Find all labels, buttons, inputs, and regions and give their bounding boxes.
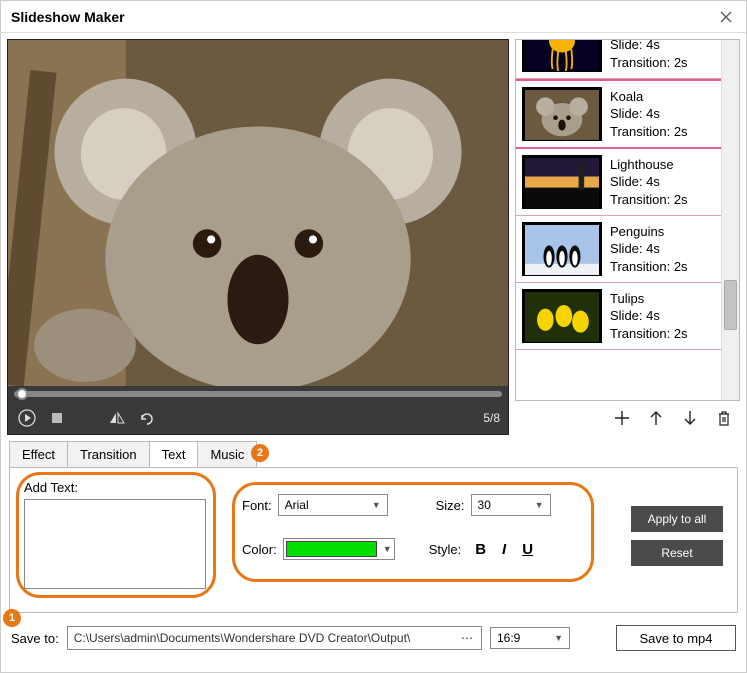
play-icon[interactable] (16, 407, 38, 429)
upper-area: 5/8 JellyfishSlide: 4sTransition: 2s Koal… (1, 33, 746, 441)
slide-name: Koala (610, 88, 688, 106)
chevron-down-icon: ▼ (372, 500, 381, 510)
slide-transition: Transition: 2s (610, 123, 688, 141)
move-down-icon[interactable] (680, 408, 700, 428)
scrollbar-thumb[interactable] (724, 280, 737, 330)
chevron-down-icon: ▼ (535, 500, 544, 510)
slide-meta: JellyfishSlide: 4sTransition: 2s (610, 39, 688, 71)
seek-thumb[interactable] (16, 388, 28, 400)
slide-transition: Transition: 2s (610, 258, 688, 276)
preview-box: 5/8 (7, 39, 509, 435)
font-value: Arial (285, 498, 309, 512)
slide-transition: Transition: 2s (610, 191, 688, 209)
slide-meta: LighthouseSlide: 4sTransition: 2s (610, 156, 688, 209)
reset-button[interactable]: Reset (631, 540, 723, 566)
player-controls: 5/8 (8, 402, 508, 434)
slide-thumbnail (522, 39, 602, 72)
save-path-field[interactable]: C:\Users\admin\Documents\Wondershare DVD… (67, 626, 482, 650)
text-panel-buttons: Apply to all Reset (631, 506, 723, 566)
slide-item[interactable]: KoalaSlide: 4sTransition: 2s (516, 79, 721, 149)
flip-horizontal-icon[interactable] (106, 407, 128, 429)
style-label: Style: (429, 542, 462, 557)
slide-name: Penguins (610, 223, 688, 241)
text-format-controls: Font: Arial ▼ Size: 30 ▼ Color: (242, 494, 617, 560)
save-path-value: C:\Users\admin\Documents\Wondershare DVD… (74, 631, 411, 645)
thumbnail-column: JellyfishSlide: 4sTransition: 2sKoalaSli… (515, 39, 740, 435)
tab-effect[interactable]: Effect (9, 441, 68, 468)
slide-meta: KoalaSlide: 4sTransition: 2s (610, 88, 688, 141)
browse-icon[interactable]: ⋯ (461, 631, 475, 645)
chevron-down-icon: ▼ (554, 633, 563, 643)
add-slide-icon[interactable] (612, 408, 632, 428)
apply-to-all-button[interactable]: Apply to all (631, 506, 723, 532)
preview-image[interactable] (8, 40, 508, 386)
color-label: Color: (242, 542, 277, 557)
slide-item[interactable]: PenguinsSlide: 4sTransition: 2s (516, 216, 721, 283)
aspect-ratio-value: 16:9 (497, 631, 520, 645)
slide-duration: Slide: 4s (610, 240, 688, 258)
size-dropdown[interactable]: 30 ▼ (471, 494, 551, 516)
callout-badge-1: 1 (3, 609, 21, 627)
slide-meta: PenguinsSlide: 4sTransition: 2s (610, 223, 688, 276)
slide-duration: Slide: 4s (610, 105, 688, 123)
bold-button[interactable]: B (475, 541, 486, 558)
stop-icon[interactable] (46, 407, 68, 429)
titlebar: Slideshow Maker (1, 1, 746, 33)
tab-music[interactable]: Music (197, 441, 257, 468)
size-value: 30 (478, 498, 491, 512)
thumbnail-actions (515, 401, 740, 435)
slide-counter: 5/8 (483, 411, 500, 425)
tab-text[interactable]: Text (149, 441, 199, 468)
slide-thumbnail (522, 289, 602, 343)
slide-transition: Transition: 2s (610, 54, 688, 72)
color-swatch (286, 541, 377, 557)
rotate-icon[interactable] (136, 407, 158, 429)
size-label: Size: (436, 498, 465, 513)
thumbnail-scrollbar[interactable] (721, 40, 739, 400)
slide-name: Tulips (610, 290, 688, 308)
tab-transition[interactable]: Transition (67, 441, 150, 468)
slide-meta: TulipsSlide: 4sTransition: 2s (610, 290, 688, 343)
slide-duration: Slide: 4s (610, 307, 688, 325)
thumbnail-list[interactable]: JellyfishSlide: 4sTransition: 2sKoalaSli… (515, 39, 740, 401)
close-icon[interactable] (716, 7, 736, 27)
delete-slide-icon[interactable] (714, 408, 734, 428)
seek-bar[interactable] (8, 386, 508, 402)
slide-thumbnail (522, 222, 602, 276)
save-row: 1 Save to: C:\Users\admin\Documents\Wond… (1, 619, 746, 661)
add-text-label: Add Text: (24, 480, 723, 495)
font-dropdown[interactable]: Arial ▼ (278, 494, 388, 516)
slide-duration: Slide: 4s (610, 39, 688, 54)
slide-item[interactable]: TulipsSlide: 4sTransition: 2s (516, 283, 721, 350)
add-text-input[interactable] (24, 499, 206, 589)
slide-name: Lighthouse (610, 156, 688, 174)
slide-duration: Slide: 4s (610, 173, 688, 191)
slide-thumbnail (522, 155, 602, 209)
preview-column: 5/8 (7, 39, 509, 435)
text-panel: Add Text: Font: Arial ▼ Size: 30 ▼ (9, 467, 738, 613)
style-buttons: B I U (475, 541, 533, 558)
aspect-ratio-dropdown[interactable]: 16:9 ▼ (490, 627, 570, 649)
callout-badge-2: 2 (251, 444, 269, 462)
slide-thumbnail (522, 87, 602, 141)
underline-button[interactable]: U (522, 541, 533, 558)
slide-item[interactable]: JellyfishSlide: 4sTransition: 2s (516, 39, 721, 79)
slide-transition: Transition: 2s (610, 325, 688, 343)
tabs-area: 2 Effect Transition Text Music Add Text:… (1, 441, 746, 619)
move-up-icon[interactable] (646, 408, 666, 428)
save-to-label: Save to: (11, 631, 59, 646)
seek-track[interactable] (14, 391, 502, 397)
color-dropdown[interactable]: ▼ (283, 538, 395, 560)
slideshow-maker-window: Slideshow Maker (0, 0, 747, 673)
chevron-down-icon: ▼ (383, 544, 392, 554)
window-title: Slideshow Maker (11, 9, 125, 25)
save-to-mp4-button[interactable]: Save to mp4 (616, 625, 736, 651)
slide-item[interactable]: LighthouseSlide: 4sTransition: 2s (516, 149, 721, 216)
tab-bar: Effect Transition Text Music (9, 441, 738, 468)
font-label: Font: (242, 498, 272, 513)
italic-button[interactable]: I (502, 541, 506, 558)
